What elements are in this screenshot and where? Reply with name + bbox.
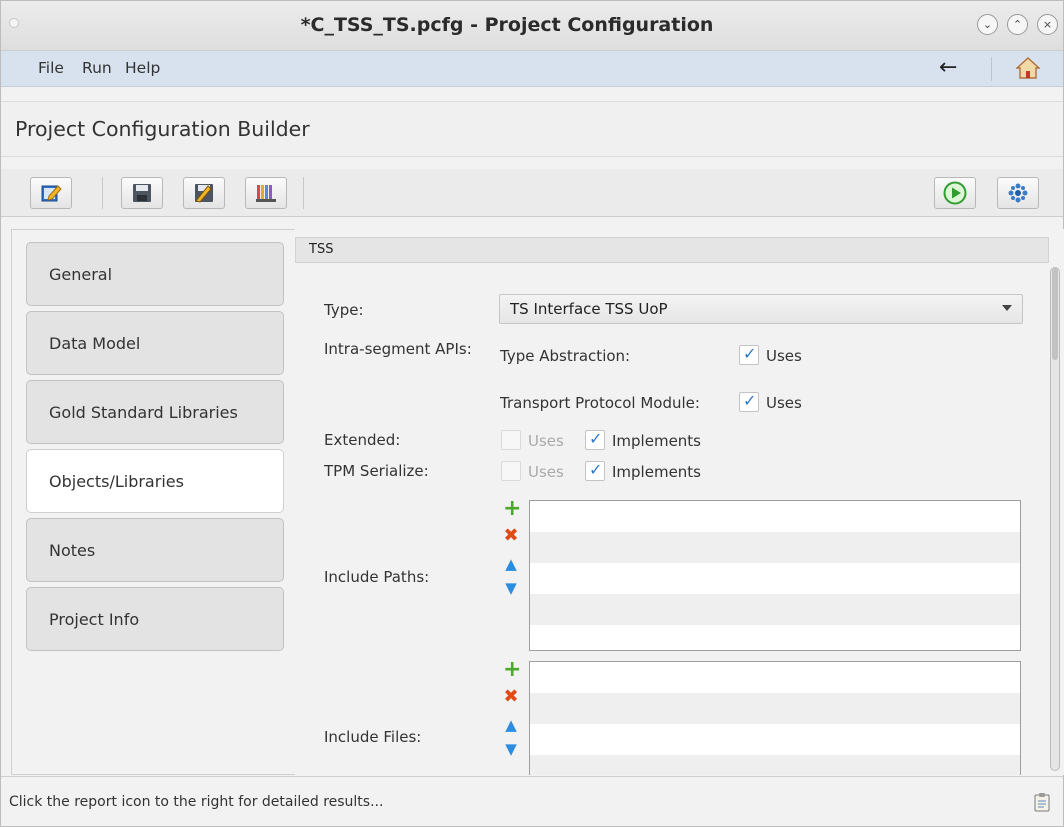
type-label: Type: <box>324 301 364 319</box>
sidebar-item-project-info[interactable]: Project Info <box>26 587 284 651</box>
extended-implements-checkbox[interactable] <box>585 429 605 450</box>
back-arrow-icon[interactable]: ← <box>939 55 957 80</box>
status-text: Click the report icon to the right for d… <box>9 794 384 810</box>
sidebar-item-gold-standard-libraries[interactable]: Gold Standard Libraries <box>26 380 284 444</box>
menu-divider <box>991 57 992 81</box>
intra-segment-label: Intra-segment APIs: <box>324 340 472 358</box>
extended-uses-checkbox[interactable] <box>501 430 521 450</box>
list-item <box>530 563 1020 594</box>
type-abstraction-uses-checkbox[interactable] <box>739 344 759 365</box>
page-title: Project Configuration Builder <box>15 117 310 141</box>
list-item <box>530 532 1020 563</box>
status-bar: Click the report icon to the right for d… <box>1 776 1063 826</box>
list-item <box>530 594 1020 625</box>
edit-notes-button[interactable] <box>30 177 72 209</box>
toolbar <box>1 169 1063 217</box>
generate-icon <box>1008 183 1028 203</box>
list-item <box>530 755 1020 775</box>
include-files-list[interactable] <box>529 661 1021 775</box>
app-window: *C_TSS_TS.pcfg - Project Configuration ⌄… <box>0 0 1064 827</box>
add-file-icon[interactable]: + <box>503 659 521 681</box>
menu-bar: File Run Help ← <box>1 51 1063 87</box>
close-button[interactable]: × <box>1037 14 1058 35</box>
extended-implements-label: Implements <box>612 432 701 450</box>
toolbar-separator <box>102 177 103 209</box>
include-files-label: Include Files: <box>324 728 422 746</box>
chevron-down-icon <box>1002 305 1012 311</box>
menu-run[interactable]: Run <box>82 59 112 77</box>
libraries-button[interactable] <box>245 177 287 209</box>
tpm-serialize-implements-label: Implements <box>612 463 701 481</box>
save-as-button[interactable] <box>183 177 225 209</box>
title-bar: *C_TSS_TS.pcfg - Project Configuration ⌄… <box>1 1 1063 51</box>
tss-panel: TSS Type: TS Interface TSS UoP Intra-seg… <box>295 229 1064 775</box>
list-item <box>530 625 1020 650</box>
save-icon <box>133 184 151 202</box>
generate-button[interactable] <box>997 177 1039 209</box>
sidebar-item-label: Notes <box>49 540 96 560</box>
sidebar-item-notes[interactable]: Notes <box>26 518 284 582</box>
section-title: TSS <box>309 242 334 257</box>
edit-notes-icon <box>41 185 62 202</box>
minimize-button[interactable]: ⌄ <box>977 14 998 35</box>
type-abstraction-uses-label: Uses <box>766 347 802 365</box>
save-button[interactable] <box>121 177 163 209</box>
sidebar-item-label: Data Model <box>49 333 141 353</box>
tpm-serialize-uses-label: Uses <box>528 463 564 481</box>
sidebar-item-label: Gold Standard Libraries <box>49 402 238 422</box>
home-icon[interactable] <box>1016 57 1040 79</box>
extended-uses-label: Uses <box>528 432 564 450</box>
sidebar-item-label: Objects/Libraries <box>49 471 184 491</box>
extended-label: Extended: <box>324 431 401 449</box>
library-books-icon <box>256 185 276 202</box>
window-title: *C_TSS_TS.pcfg - Project Configuration <box>300 14 714 36</box>
type-select[interactable]: TS Interface TSS UoP <box>499 294 1023 324</box>
report-icon[interactable] <box>1034 792 1050 812</box>
maximize-button[interactable]: ⌃ <box>1007 14 1028 35</box>
move-down-file-icon[interactable]: ▼ <box>503 741 519 757</box>
menu-file[interactable]: File <box>38 59 64 77</box>
list-item <box>530 724 1020 755</box>
vertical-scrollbar[interactable] <box>1050 267 1060 771</box>
toolbar-separator <box>303 177 304 209</box>
tpm-serialize-implements-checkbox[interactable] <box>585 460 605 481</box>
move-up-path-icon[interactable]: ▲ <box>503 556 519 572</box>
sidebar-item-label: Project Info <box>49 609 140 629</box>
sidebar-item-objects-libraries[interactable]: Objects/Libraries <box>26 449 284 513</box>
sidebar-item-data-model[interactable]: Data Model <box>26 311 284 375</box>
move-up-file-icon[interactable]: ▲ <box>503 717 519 733</box>
tpm-label: Transport Protocol Module: <box>500 394 700 412</box>
move-down-path-icon[interactable]: ▼ <box>503 580 519 596</box>
list-item <box>530 501 1020 532</box>
tpm-serialize-uses-checkbox[interactable] <box>501 461 521 481</box>
builder-header: Project Configuration Builder <box>1 101 1063 157</box>
include-paths-list[interactable] <box>529 500 1021 651</box>
section-header: TSS <box>295 237 1049 263</box>
include-paths-label: Include Paths: <box>324 568 430 586</box>
list-item <box>530 662 1020 693</box>
sidebar: General Data Model Gold Standard Librari… <box>11 229 296 775</box>
remove-path-icon[interactable]: ✖ <box>503 527 519 545</box>
tpm-uses-checkbox[interactable] <box>739 391 759 412</box>
sidebar-item-label: General <box>49 264 113 284</box>
type-select-value: TS Interface TSS UoP <box>510 300 668 318</box>
menu-help[interactable]: Help <box>125 59 160 77</box>
run-icon <box>943 181 967 205</box>
remove-file-icon[interactable]: ✖ <box>503 688 519 706</box>
sidebar-item-general[interactable]: General <box>26 242 284 306</box>
save-as-icon <box>195 184 213 203</box>
run-button[interactable] <box>934 177 976 209</box>
tpm-serialize-label: TPM Serialize: <box>324 462 429 480</box>
type-abstraction-label: Type Abstraction: <box>500 347 631 365</box>
scrollbar-thumb[interactable] <box>1052 268 1058 360</box>
list-item <box>530 693 1020 724</box>
tpm-uses-label: Uses <box>766 394 802 412</box>
add-path-icon[interactable]: + <box>503 498 521 520</box>
